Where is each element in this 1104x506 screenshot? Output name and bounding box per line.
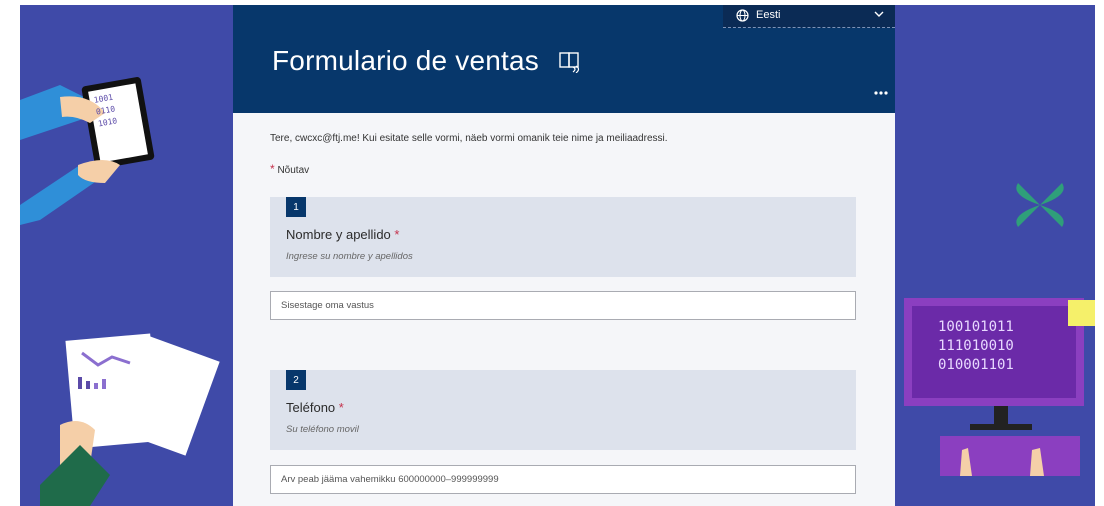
monitor-bits-row: 111010010 xyxy=(938,338,1014,354)
phone-input[interactable]: Arv peab jääma vahemikku 600000000–99999… xyxy=(270,465,856,494)
question-title: Teléfono * xyxy=(286,400,344,415)
question-number: 2 xyxy=(286,370,306,390)
language-selector[interactable]: Eesti xyxy=(723,5,895,28)
form-panel: Formulario de ventas Eesti Tere, cwcxc@f… xyxy=(233,5,895,506)
monitor-bits-row: 100101011 xyxy=(938,319,1014,335)
clover-icon xyxy=(1016,183,1064,227)
name-input[interactable]: Sisestage oma vastus xyxy=(270,291,856,320)
question-subtitle: Ingrese su nombre y apellidos xyxy=(286,251,413,262)
question-number: 1 xyxy=(286,197,306,217)
required-note: * Nõutav xyxy=(270,162,309,176)
question-title-text: Teléfono xyxy=(286,400,336,415)
input-placeholder: Arv peab jääma vahemikku 600000000–99999… xyxy=(281,474,499,485)
question-title: Nombre y apellido * xyxy=(286,227,399,242)
question-title-text: Nombre y apellido xyxy=(286,227,391,242)
required-star: * xyxy=(338,400,344,415)
question-2: 2 Teléfono * Su teléfono movil xyxy=(270,370,856,450)
question-subtitle: Su teléfono movil xyxy=(286,424,359,435)
form-header: Formulario de ventas Eesti xyxy=(233,5,895,113)
language-label: Eesti xyxy=(756,9,781,21)
greeting-text: Tere, cwcxc@ftj.me! Kui esitate selle vo… xyxy=(270,133,668,144)
chevron-down-icon xyxy=(874,11,884,17)
globe-icon xyxy=(736,9,749,22)
monitor-bits: 100101011 111010010 010001101 xyxy=(938,318,1014,375)
input-placeholder: Sisestage oma vastus xyxy=(281,300,374,311)
required-star: * xyxy=(270,162,275,176)
immersive-reader-icon[interactable] xyxy=(559,49,581,73)
question-1: 1 Nombre y apellido * Ingrese su nombre … xyxy=(270,197,856,277)
required-label: Nõutav xyxy=(277,165,310,176)
form-title: Formulario de ventas xyxy=(272,45,540,76)
more-options-icon[interactable] xyxy=(874,91,888,95)
monitor-bits-row: 010001101 xyxy=(938,357,1014,373)
required-star: * xyxy=(394,227,400,242)
tablet-hands-illustration xyxy=(20,77,220,506)
